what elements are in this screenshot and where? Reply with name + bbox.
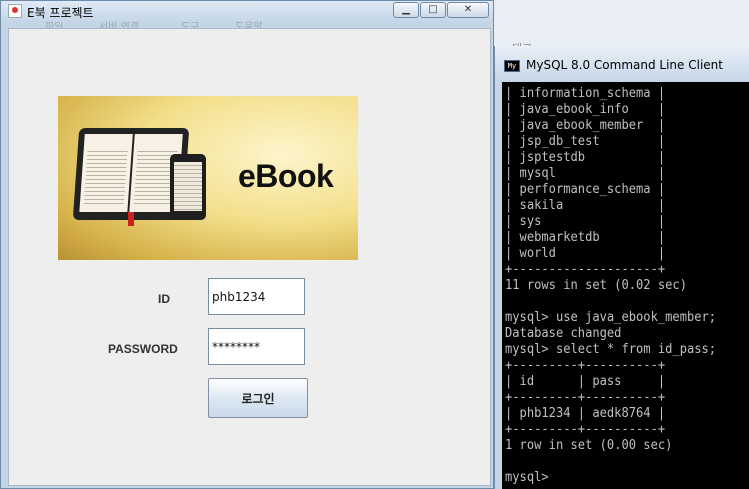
console-line: | java_ebook_member | xyxy=(505,118,666,133)
console-line: | world | xyxy=(505,246,666,261)
console-output[interactable]: | information_schema | | java_ebook_info … xyxy=(502,82,749,489)
password-input[interactable] xyxy=(208,328,305,365)
window-titlebar[interactable]: E북 프로젝트 파일 서버 연결 도구 도움말 ▁ □ ✕ xyxy=(1,1,493,33)
password-label: PASSWORD xyxy=(108,342,178,356)
maximize-button[interactable]: □ xyxy=(420,2,446,18)
console-title: MySQL 8.0 Command Line Client xyxy=(526,58,723,72)
console-line: mysql> use java_ebook_member; xyxy=(505,310,717,325)
console-line: | id | pass | xyxy=(505,374,666,389)
console-titlebar[interactable]: My MySQL 8.0 Command Line Client xyxy=(495,46,749,82)
console-line: 1 row in set (0.00 sec) xyxy=(505,438,673,453)
console-line: Database changed xyxy=(505,326,622,341)
console-line: | java_ebook_info | xyxy=(505,102,666,117)
console-line: | mysql | xyxy=(505,166,666,181)
mysql-console-icon: My xyxy=(504,60,520,72)
console-line: | performance_schema | xyxy=(505,182,666,197)
console-line: mysql> select * from id_pass; xyxy=(505,342,717,357)
console-line: +---------+----------+ xyxy=(505,390,666,405)
console-line: | sys | xyxy=(505,214,666,229)
console-line: +---------+----------+ xyxy=(505,358,666,373)
console-line: +--------------------+ xyxy=(505,262,666,277)
minimize-button[interactable]: ▁ xyxy=(393,2,419,18)
console-line: | webmarketdb | xyxy=(505,230,666,245)
login-button[interactable]: 로그인 xyxy=(208,378,308,418)
login-panel: eBook ID PASSWORD 로그인 xyxy=(8,28,491,486)
console-line: +---------+----------+ xyxy=(505,422,666,437)
banner-logo-text: eBook xyxy=(238,158,334,194)
console-line: | phb1234 | aedk8764 | xyxy=(505,406,666,421)
console-line: | sakila | xyxy=(505,198,666,213)
console-line: mysql> xyxy=(505,470,549,485)
id-label: ID xyxy=(158,292,170,306)
ebook-banner-image: eBook xyxy=(58,96,358,260)
console-line: 11 rows in set (0.02 sec) xyxy=(505,278,687,293)
id-input[interactable] xyxy=(208,278,305,315)
console-line: | information_schema | xyxy=(505,86,666,101)
phone-illustration xyxy=(170,154,206,220)
ebook-login-window: E북 프로젝트 파일 서버 연결 도구 도움말 ▁ □ ✕ eBook ID P… xyxy=(0,0,494,489)
console-line: | jsp_db_test | xyxy=(505,134,666,149)
console-line: | jsptestdb | xyxy=(505,150,666,165)
java-app-icon xyxy=(8,4,22,18)
mysql-console-window: My MySQL 8.0 Command Line Client | infor… xyxy=(494,46,749,489)
bookmark-ribbon xyxy=(128,212,134,226)
close-button[interactable]: ✕ xyxy=(447,2,489,18)
